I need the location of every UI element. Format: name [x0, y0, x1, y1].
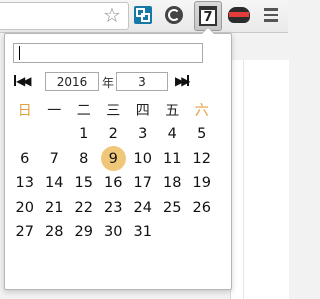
- menu-icon[interactable]: [259, 3, 283, 27]
- day-cell[interactable]: 26: [187, 196, 217, 221]
- day-cell[interactable]: 4: [158, 122, 188, 147]
- day-number: 24: [133, 199, 152, 216]
- day-number: 5: [197, 126, 207, 143]
- day-number: 18: [163, 175, 182, 192]
- qr-code-extension-icon[interactable]: [131, 3, 155, 27]
- empty-day-cell: [187, 220, 217, 245]
- browser-toolbar: ☆ 7: [0, 0, 288, 33]
- calendar-popup: ◀◀ 年 ▶▶ 日一二三四五六1234567891011121314151617…: [4, 27, 232, 290]
- day-number: 13: [15, 175, 34, 192]
- day-cell[interactable]: 22: [69, 196, 99, 221]
- bookmark-star-icon[interactable]: ☆: [100, 3, 124, 27]
- day-cell[interactable]: 20: [10, 196, 40, 221]
- sync-extension-icon[interactable]: [162, 3, 186, 27]
- page-background: [230, 60, 289, 299]
- day-cell[interactable]: 15: [69, 171, 99, 196]
- day-cell[interactable]: 12: [187, 147, 217, 172]
- day-number: 10: [133, 150, 152, 167]
- day-number: 25: [163, 199, 182, 216]
- text-caret: [19, 46, 20, 60]
- day-number: 14: [45, 175, 64, 192]
- day-cell[interactable]: 14: [40, 171, 70, 196]
- day-cell[interactable]: 17: [128, 171, 158, 196]
- weekday-header: 三: [106, 103, 121, 119]
- day-cell[interactable]: 24: [128, 196, 158, 221]
- day-number: 26: [192, 199, 211, 216]
- day-cell[interactable]: 10: [128, 147, 158, 172]
- day-cell[interactable]: 25: [158, 196, 188, 221]
- day-cell[interactable]: 21: [40, 196, 70, 221]
- day-number: 29: [74, 224, 93, 241]
- day-cell[interactable]: 5: [187, 122, 217, 147]
- day-cell[interactable]: 31: [128, 220, 158, 245]
- day-number: 12: [192, 150, 211, 167]
- date-input[interactable]: [13, 43, 203, 63]
- weekday-header: 六: [194, 103, 209, 119]
- day-number: 1: [79, 126, 89, 143]
- day-number: 11: [163, 150, 182, 167]
- day-cell[interactable]: 23: [99, 196, 129, 221]
- empty-day-cell: [40, 122, 70, 147]
- year-field[interactable]: [45, 72, 99, 91]
- day-number: 9: [100, 146, 126, 172]
- day-number: 17: [133, 175, 152, 192]
- calendar-icon: 7: [199, 6, 217, 26]
- first-year-button[interactable]: ◀◀: [14, 74, 32, 88]
- day-number: 30: [104, 224, 123, 241]
- day-number: 7: [49, 150, 59, 167]
- next-button[interactable]: ▶▶: [175, 74, 191, 88]
- day-cell[interactable]: 2: [99, 122, 129, 147]
- double-left-arrow-icon: ◀◀: [16, 74, 32, 88]
- day-cell[interactable]: 19: [187, 171, 217, 196]
- day-cell[interactable]: 1: [69, 122, 99, 147]
- day-number: 4: [167, 126, 177, 143]
- weekday-header: 日: [17, 103, 32, 119]
- day-cell[interactable]: 30: [99, 220, 129, 245]
- incognito-mask-icon[interactable]: [227, 3, 251, 27]
- empty-day-cell: [10, 122, 40, 147]
- day-number: 22: [74, 199, 93, 216]
- day-number: 23: [104, 199, 123, 216]
- month-field[interactable]: [116, 72, 168, 91]
- day-number: 6: [20, 150, 30, 167]
- day-cell[interactable]: 6: [10, 147, 40, 172]
- day-cell[interactable]: 7: [40, 147, 70, 172]
- day-cell[interactable]: 11: [158, 147, 188, 172]
- sync-icon: [165, 6, 183, 24]
- day-number: 21: [45, 199, 64, 216]
- day-number: 27: [15, 224, 34, 241]
- weekday-header: 一: [47, 103, 62, 119]
- day-cell[interactable]: 8: [69, 147, 99, 172]
- qr-code-icon: [134, 6, 152, 24]
- double-right-arrow-icon: ▶▶: [175, 74, 191, 88]
- weekday-header: 五: [165, 103, 180, 119]
- calendar-grid: 日一二三四五六 1 2 3 4 5 6 7 8 9 10 11 12 13 14 15 16 17 18 19 20 21…: [10, 98, 226, 245]
- weekday-header: 四: [135, 103, 150, 119]
- day-number: 16: [104, 175, 123, 192]
- day-cell[interactable]: 3: [128, 122, 158, 147]
- year-label: 年: [102, 76, 115, 90]
- day-cell[interactable]: 27: [10, 220, 40, 245]
- day-number: 19: [192, 175, 211, 192]
- day-cell[interactable]: 28: [40, 220, 70, 245]
- day-cell[interactable]: 29: [69, 220, 99, 245]
- day-number: 3: [138, 126, 148, 143]
- day-number: 15: [74, 175, 93, 192]
- day-number: 20: [15, 199, 34, 216]
- weekday-header: 二: [76, 103, 91, 119]
- day-number: 2: [108, 126, 118, 143]
- day-number: 8: [79, 150, 89, 167]
- day-number: 28: [45, 224, 64, 241]
- day-cell[interactable]: 16: [99, 171, 129, 196]
- day-cell[interactable]: 13: [10, 171, 40, 196]
- day-number: 31: [133, 224, 152, 241]
- day-cell[interactable]: 18: [158, 171, 188, 196]
- day-cell-today[interactable]: 9: [99, 146, 129, 172]
- empty-day-cell: [158, 220, 188, 245]
